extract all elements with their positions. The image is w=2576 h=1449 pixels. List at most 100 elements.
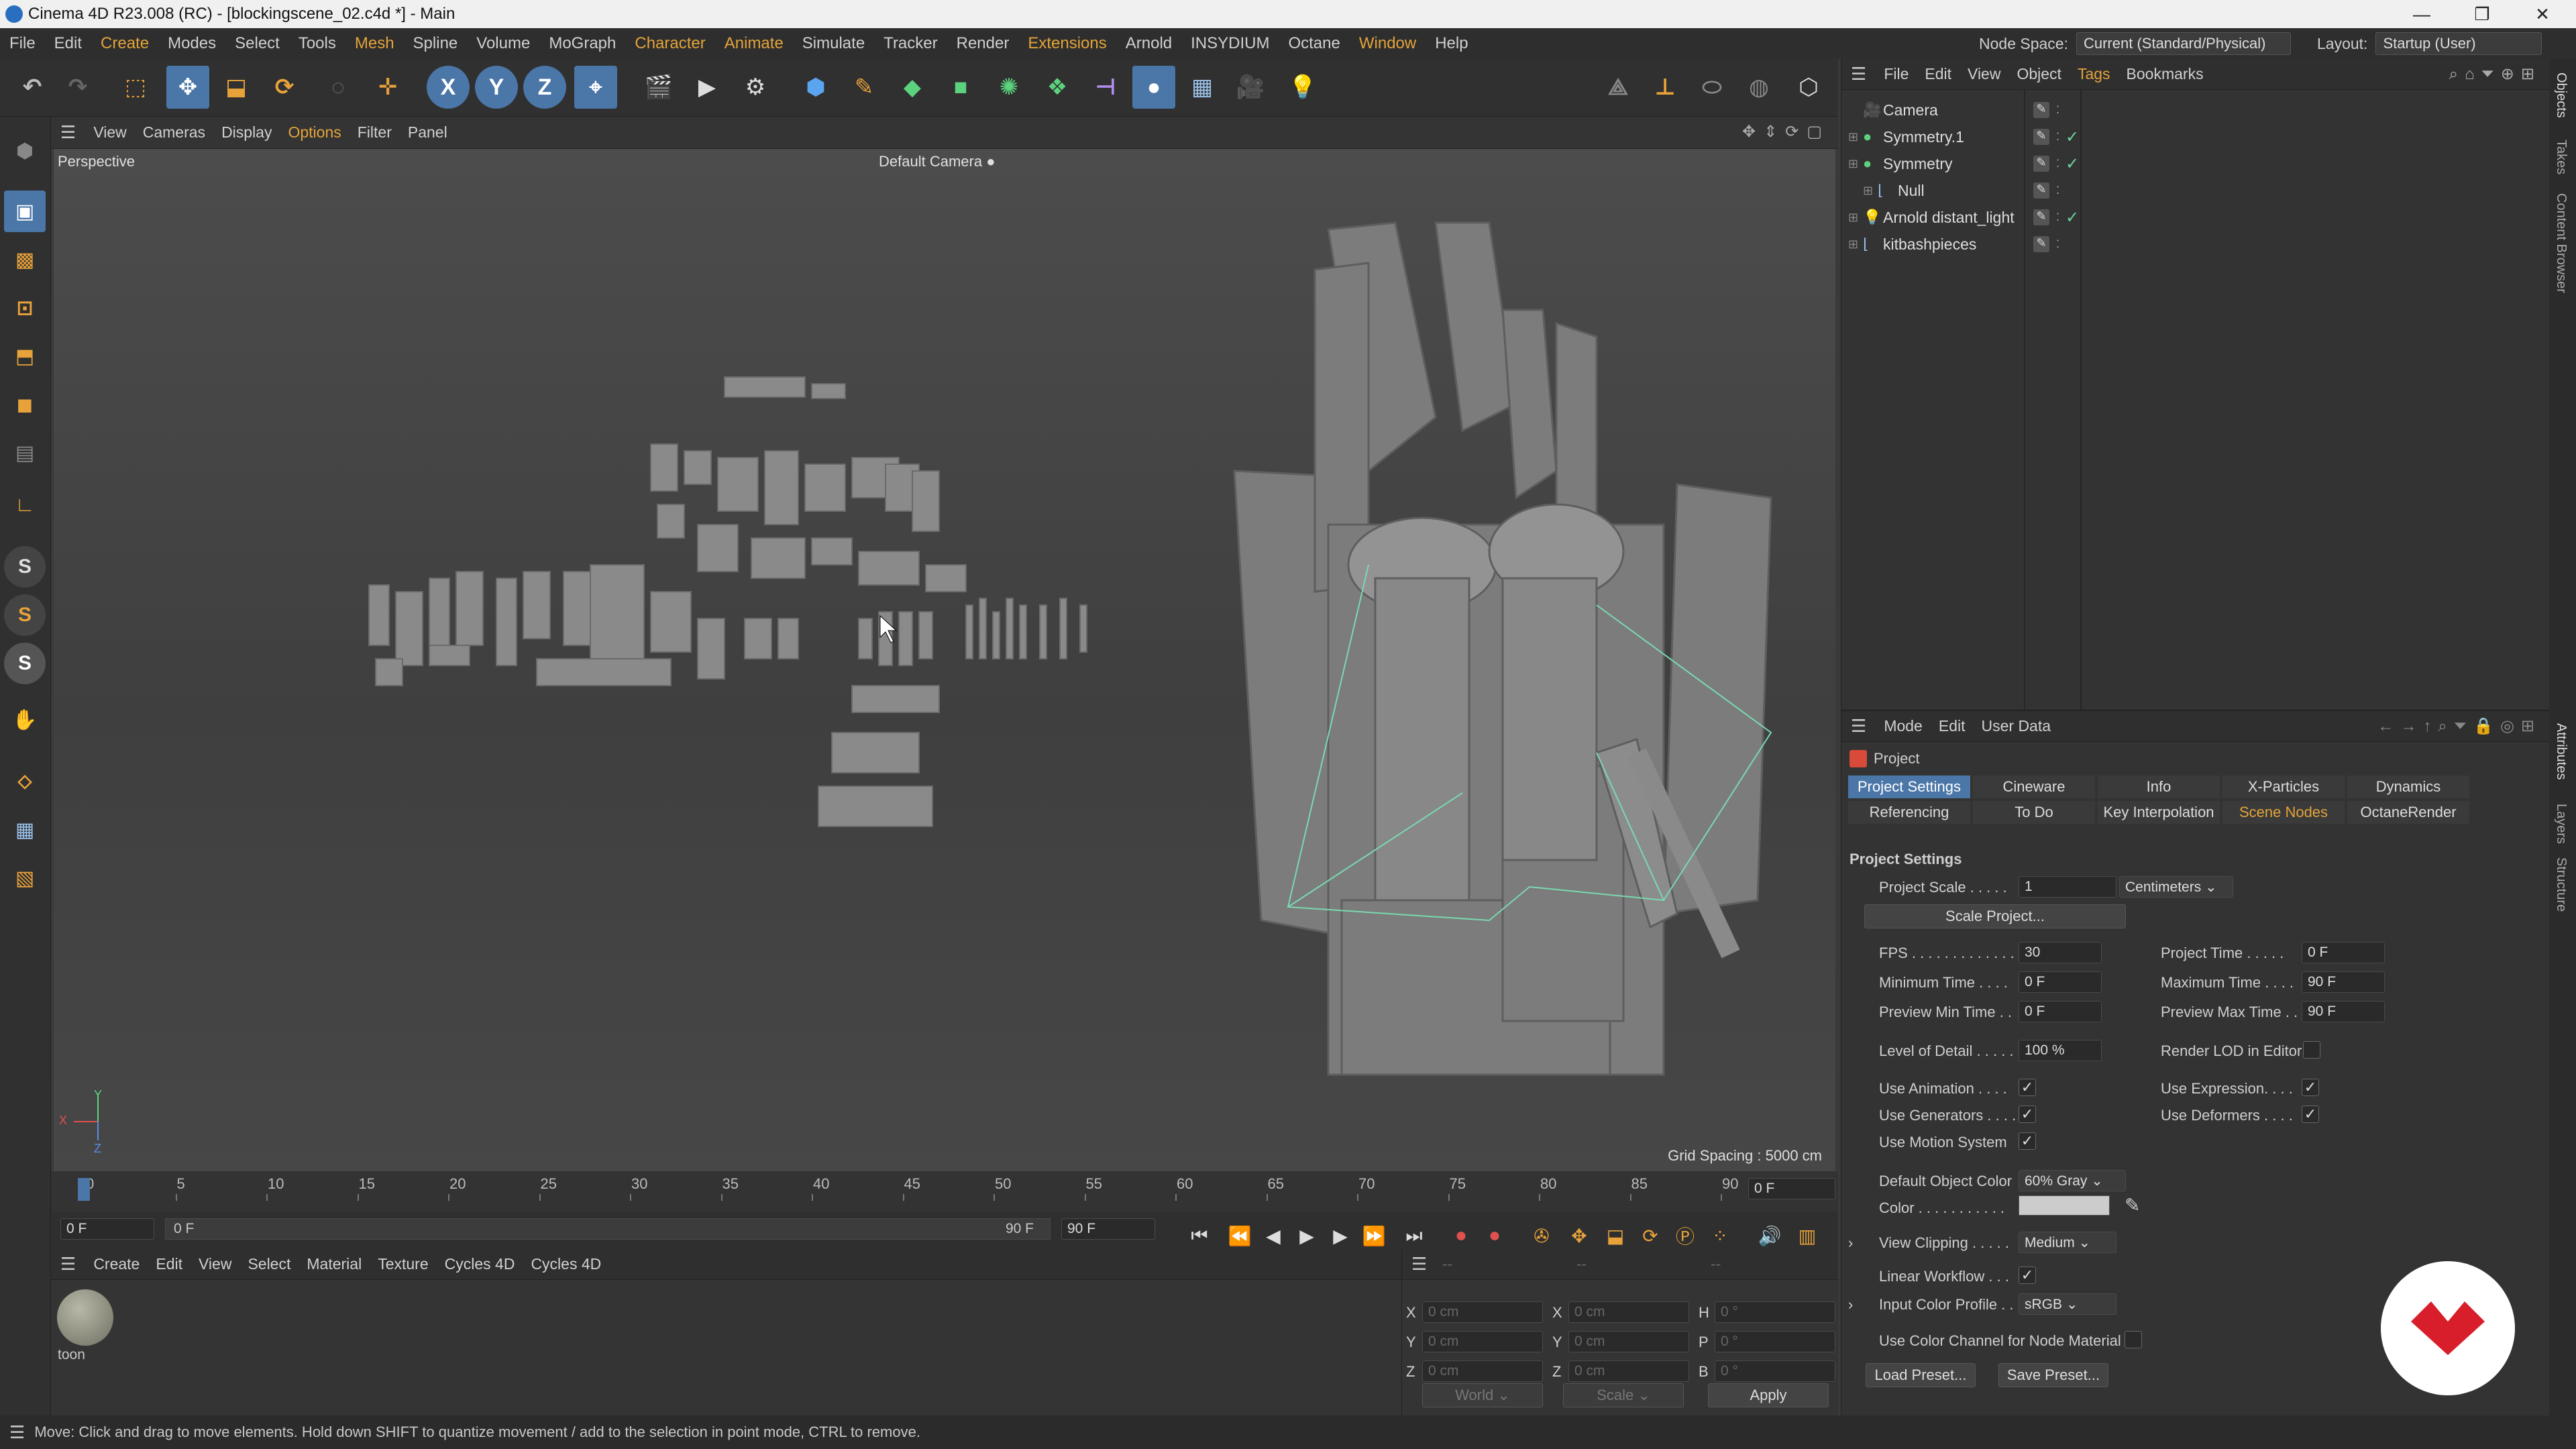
hamburger-icon[interactable]: ☰ xyxy=(51,122,85,143)
visibility-dots-icon[interactable]: ⁚ xyxy=(2056,130,2059,144)
visibility-dots-icon[interactable]: ⁚ xyxy=(2056,103,2059,117)
make-editable-icon[interactable]: ⬢ xyxy=(4,130,46,172)
menu-help[interactable]: Help xyxy=(1426,34,1477,53)
menu-mograph[interactable]: MoGraph xyxy=(539,34,625,53)
lod-field[interactable]: 100 % xyxy=(2019,1040,2102,1061)
menu-tracker[interactable]: Tracker xyxy=(874,34,947,53)
menu-render[interactable]: Render xyxy=(947,34,1019,53)
bend-icon[interactable]: ⊣ xyxy=(1084,66,1127,109)
tab-info[interactable]: Info xyxy=(2098,775,2220,798)
menu-edit[interactable]: Edit xyxy=(45,34,91,53)
mograph-icon[interactable]: ❖ xyxy=(1036,66,1079,109)
workplane-grid-icon[interactable]: ⬦ xyxy=(4,761,46,802)
locked-workplane-icon[interactable]: ▧ xyxy=(4,857,46,899)
snap-s3-icon[interactable]: S xyxy=(4,643,46,684)
fps-field[interactable]: 30 xyxy=(2019,942,2102,963)
scale-icon[interactable]: ⬓ xyxy=(215,66,258,109)
attribute-menu-mode[interactable]: Mode xyxy=(1876,717,1931,735)
redo-icon[interactable]: ↷ xyxy=(56,66,99,109)
object-row-camera[interactable]: 🎥 Camera ✎ ⁚ xyxy=(1841,97,2550,123)
menu-tools[interactable]: Tools xyxy=(289,34,345,53)
enable-axis-icon[interactable]: ∟ xyxy=(4,484,46,526)
lock-icon[interactable]: ⬭ xyxy=(1690,66,1733,109)
autokey-icon[interactable]: ⏺ xyxy=(1480,1221,1509,1250)
subdivision-icon[interactable]: ◆ xyxy=(891,66,934,109)
material-menu-cycles-4d[interactable]: Cycles 4D xyxy=(437,1255,523,1273)
input-profile-expand-icon[interactable]: › xyxy=(1848,1296,1853,1313)
viewport-menu-display[interactable]: Display xyxy=(213,123,280,142)
layout-dropdown[interactable]: Startup (User) xyxy=(2375,32,2542,55)
preview-max-field[interactable]: 90 F xyxy=(2302,1001,2385,1022)
extrude-icon[interactable]: ■ xyxy=(939,66,982,109)
menu-arnold[interactable]: Arnold xyxy=(1116,34,1181,53)
workplane-icon[interactable]: ⊥ xyxy=(1644,66,1686,109)
enabled-check[interactable]: ✓ xyxy=(2065,208,2079,227)
timeline-ruler[interactable]: 0 5 10 15 20 25 30 35 40 45 50 55 60 65 70 75 80 85 90 xyxy=(51,1171,1795,1201)
side-tab-objects[interactable]: Objects xyxy=(2553,72,2569,118)
current-frame-field[interactable]: 0 F xyxy=(1748,1178,1835,1199)
render-view-icon[interactable]: 🎬 xyxy=(637,66,680,109)
cube-icon[interactable]: ⬢ xyxy=(794,66,837,109)
light-icon[interactable]: 💡 xyxy=(1281,66,1324,109)
side-tab-takes[interactable]: Takes xyxy=(2553,140,2569,174)
tab-referencing[interactable]: Referencing xyxy=(1848,801,1970,824)
go-to-start-icon[interactable]: ⏮ xyxy=(1185,1221,1214,1250)
menu-octane[interactable]: Octane xyxy=(1279,34,1349,53)
edit-toggle-icon[interactable]: ✎ xyxy=(2033,209,2049,225)
side-tab-structure[interactable]: Structure xyxy=(2553,857,2569,912)
viewport-menu-filter[interactable]: Filter xyxy=(350,123,400,142)
key-parameter-icon[interactable]: Ⓟ xyxy=(1670,1221,1700,1250)
object-menu-view[interactable]: View xyxy=(1960,65,2008,83)
recent-tool-icon[interactable]: ◌ xyxy=(317,66,360,109)
viewport-menu-panel[interactable]: Panel xyxy=(400,123,455,142)
object-menu-edit[interactable]: Edit xyxy=(1917,65,1960,83)
play-icon[interactable]: ▶ xyxy=(1292,1221,1322,1250)
eyedropper-icon[interactable]: ✎ xyxy=(2125,1194,2140,1216)
hamburger-icon[interactable]: ☰ xyxy=(51,1254,85,1275)
hamburger-icon[interactable]: ☰ xyxy=(0,1422,34,1443)
render-lod-checkbox[interactable] xyxy=(2303,1041,2320,1059)
go-to-end-icon[interactable]: ⏭ xyxy=(1399,1221,1429,1250)
project-time-field[interactable]: 0 F xyxy=(2302,942,2385,963)
coord-field[interactable]: 0 cm xyxy=(1422,1301,1543,1323)
object-search-icons[interactable]: ⌕⌂⏷⊕⊞ xyxy=(2449,64,2541,84)
cloner-icon[interactable]: ✺ xyxy=(987,66,1030,109)
undo-icon[interactable]: ↶ xyxy=(11,66,54,109)
scale-dropdown[interactable]: Scale ⌄ xyxy=(1563,1383,1684,1407)
menu-simulate[interactable]: Simulate xyxy=(793,34,874,53)
coord-field[interactable]: 0 cm xyxy=(1568,1360,1689,1382)
previous-key-icon[interactable]: ⏪ xyxy=(1225,1221,1254,1250)
side-tab-content-browser[interactable]: Content Browser xyxy=(2553,193,2569,293)
playhead[interactable] xyxy=(78,1178,90,1201)
project-scale-field[interactable]: 1 xyxy=(2019,876,2116,898)
max-time-field[interactable]: 90 F xyxy=(2302,971,2385,993)
use-motion-checkbox[interactable]: ✓ xyxy=(2019,1132,2036,1150)
floor-icon[interactable]: ▦ xyxy=(1181,66,1224,109)
grid-icon[interactable]: ▦ xyxy=(4,809,46,851)
z-axis-icon[interactable]: Z xyxy=(523,66,566,109)
key-scale-icon[interactable]: ⬓ xyxy=(1601,1221,1630,1250)
model-icon[interactable]: ▣ xyxy=(4,191,46,232)
coord-field[interactable]: 0 cm xyxy=(1422,1331,1543,1352)
use-animation-checkbox[interactable]: ✓ xyxy=(2019,1079,2036,1096)
object-row-null[interactable]: ⊞ ⌊ Null ✎ ⁚ xyxy=(1841,177,2550,204)
menu-window[interactable]: Window xyxy=(1350,34,1426,53)
move-icon[interactable]: ✥ xyxy=(166,66,209,109)
menu-volume[interactable]: Volume xyxy=(467,34,539,53)
menu-modes[interactable]: Modes xyxy=(158,34,225,53)
object-row-symmetry[interactable]: ⊞ ● Symmetry ✎ ⁚ ✓ xyxy=(1841,150,2550,177)
keyframe-selection-icon[interactable]: ✇ xyxy=(1527,1221,1556,1250)
tab-octanerender[interactable]: OctaneRender xyxy=(2347,801,2469,824)
coord-field[interactable]: 0 cm xyxy=(1422,1360,1543,1382)
hamburger-icon[interactable]: ☰ xyxy=(1841,64,1876,85)
rotate-icon[interactable]: ⟳ xyxy=(263,66,306,109)
visibility-dots-icon[interactable]: ⁚ xyxy=(2056,157,2059,170)
material-menu-texture[interactable]: Texture xyxy=(370,1255,436,1273)
node-color-checkbox[interactable] xyxy=(2125,1331,2142,1348)
sound-icon[interactable]: 🔊 xyxy=(1755,1221,1784,1250)
object-row-symmetry-1[interactable]: ⊞ ● Symmetry.1 ✎ ⁚ ✓ xyxy=(1841,123,2550,150)
uv-icon[interactable]: ▤ xyxy=(4,432,46,474)
view-clipping-expand-icon[interactable]: › xyxy=(1848,1234,1853,1252)
coord-field[interactable]: 0 ° xyxy=(1715,1331,1835,1352)
material-menu-cycles-4d[interactable]: Cycles 4D xyxy=(523,1255,609,1273)
